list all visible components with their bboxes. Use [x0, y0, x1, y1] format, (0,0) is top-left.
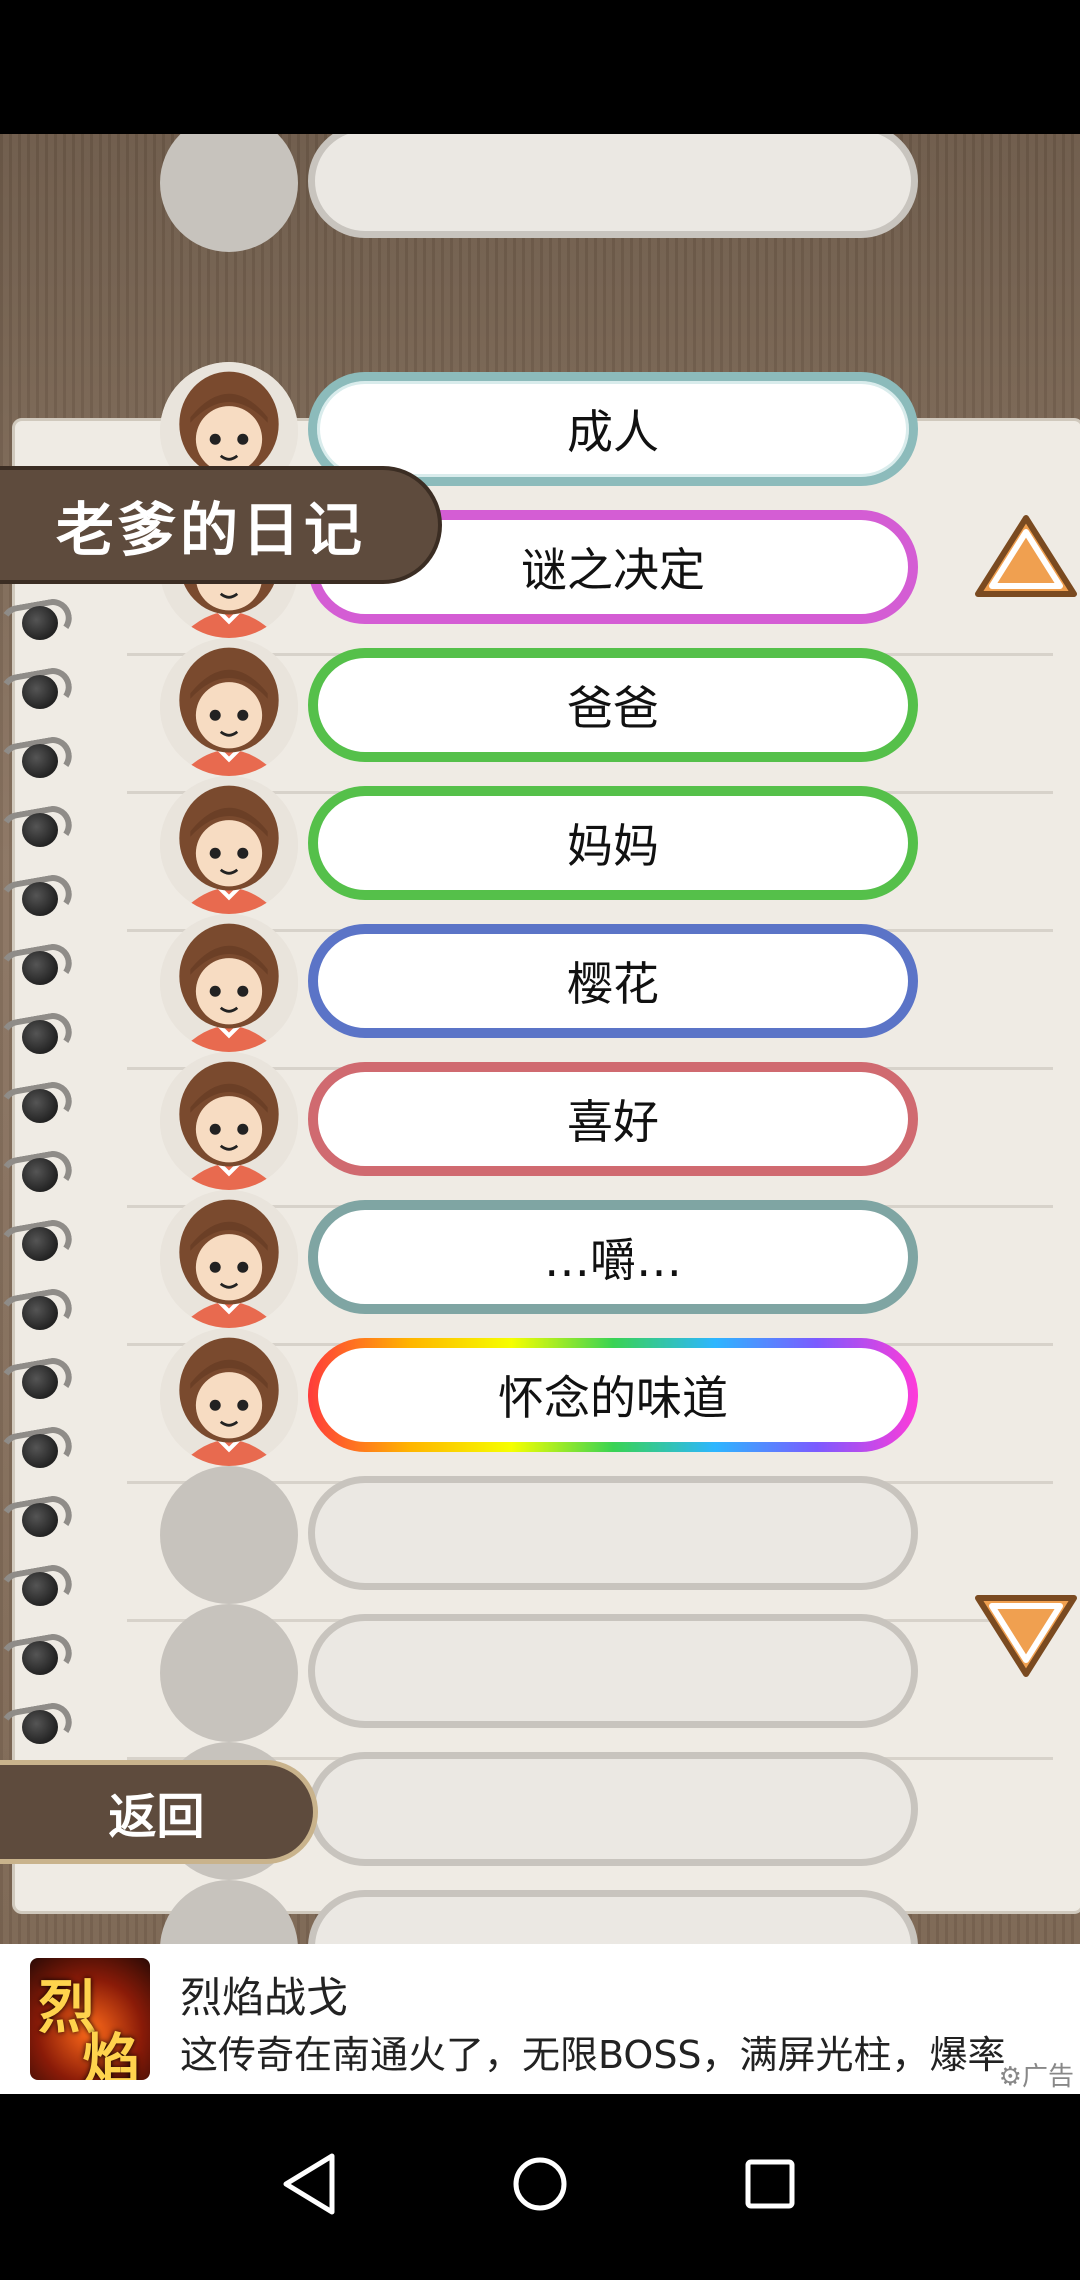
avatar-locked [160, 1604, 298, 1742]
ad-banner[interactable]: 烈 焰 烈焰战戈 这传奇在南通火了，无限BOSS，满屏光柱，爆率 ⚙广告 [0, 1944, 1080, 2094]
spiral-ring [0, 1560, 75, 1612]
spiral-ring [0, 732, 75, 784]
character-avatar [160, 1328, 298, 1466]
diary-entry-button[interactable]: 怀念的味道 [308, 1338, 918, 1452]
back-button[interactable]: 返回 [0, 1760, 318, 1864]
avatar-locked [160, 1466, 298, 1604]
spiral-ring [0, 870, 75, 922]
spiral-ring [0, 1284, 75, 1336]
diary-entry-button[interactable]: …嚼… [308, 1200, 918, 1314]
diary-entry-locked [308, 134, 918, 238]
spiral-ring [0, 801, 75, 853]
scroll-down-arrow-icon[interactable] [974, 1590, 1078, 1680]
ad-title[interactable]: 烈焰战戈 [180, 1964, 348, 2025]
spiral-ring [0, 594, 75, 646]
spiral-ring [0, 1146, 75, 1198]
diary-entry-locked [308, 1752, 918, 1866]
spiral-ring [0, 1422, 75, 1474]
spiral-ring [0, 1491, 75, 1543]
spiral-ring [0, 1698, 75, 1750]
character-avatar [160, 914, 298, 1052]
diary-entry-button[interactable]: 樱花 [308, 924, 918, 1038]
spiral-ring [0, 1629, 75, 1681]
back-nav-icon[interactable] [270, 2144, 350, 2224]
diary-entry-button[interactable]: 爸爸 [308, 648, 918, 762]
diary-entry-locked [308, 1890, 918, 1944]
ad-tag-text: 广告 [1021, 2062, 1074, 2092]
spiral-ring [0, 939, 75, 991]
recents-nav-icon[interactable] [730, 2144, 810, 2224]
spiral-ring [0, 1215, 75, 1267]
ad-label: ⚙广告 [999, 2056, 1074, 2093]
system-navigation-bar [0, 2094, 1080, 2280]
diary-entry-locked [308, 1476, 918, 1590]
ad-options-icon[interactable]: ⚙ [999, 2062, 1022, 2092]
diary-entry-locked [308, 1614, 918, 1728]
diary-entry-button[interactable]: 妈妈 [308, 786, 918, 900]
avatar-locked [160, 134, 298, 252]
status-bar [0, 0, 1080, 134]
diary-title: 老爹的日记 [0, 466, 442, 584]
spiral-ring [0, 1077, 75, 1129]
character-avatar [160, 776, 298, 914]
home-nav-icon[interactable] [500, 2144, 580, 2224]
diary-entry-button[interactable]: 喜好 [308, 1062, 918, 1176]
spiral-ring [0, 663, 75, 715]
character-avatar [160, 638, 298, 776]
character-avatar [160, 1052, 298, 1190]
ad-description[interactable]: 这传奇在南通火了，无限BOSS，满屏光柱，爆率 [180, 2024, 1020, 2079]
spiral-ring [0, 1353, 75, 1405]
ad-game-logo[interactable]: 烈 焰 [30, 1958, 150, 2080]
spiral-ring [0, 1008, 75, 1060]
diary-screen: 成人 谜之决定 爸爸 妈妈 樱花 喜好 …嚼… 怀念的味道 老爹的日记 返回 [0, 134, 1080, 1944]
scroll-up-arrow-icon[interactable] [974, 512, 1078, 602]
character-avatar [160, 1190, 298, 1328]
